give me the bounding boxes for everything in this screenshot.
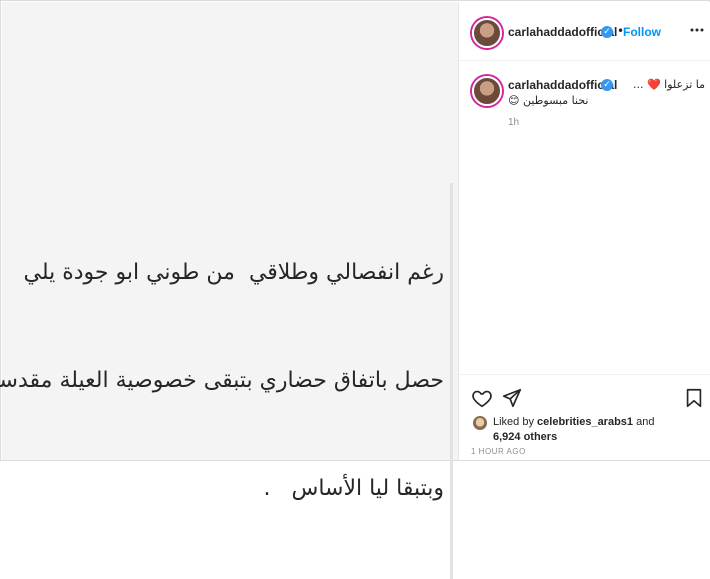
liked-by-user[interactable]: celebrities_arabs1	[537, 416, 633, 428]
post-image-text: رغم انفصالي وطلاقي من طوني ابو جودة يلي …	[0, 183, 453, 579]
others-count[interactable]: 6,924 others	[493, 431, 557, 443]
verified-icon: ✓	[601, 26, 613, 38]
more-icon[interactable]	[689, 22, 705, 38]
post-sidebar: carlahaddadofficial ✓ • Follow carlahadd…	[459, 2, 710, 460]
verified-icon: ✓	[601, 79, 613, 91]
comment-line-1: ما تزعلوا ❤️ ...	[633, 78, 705, 91]
comment-avatar[interactable]	[472, 76, 502, 106]
comment-time[interactable]: 1h	[508, 117, 519, 128]
liker-avatar[interactable]	[473, 416, 487, 430]
post-text-line-2: حصل باتفاق حضاري بتبقى خصوصية العيلة مقد…	[0, 368, 444, 393]
post-actions: Liked by celebrities_arabs1 and 6,924 ot…	[459, 374, 710, 461]
post-timestamp[interactable]: 1 HOUR AGO	[471, 447, 526, 456]
bookmark-icon[interactable]	[683, 387, 705, 409]
follow-button[interactable]: Follow	[623, 25, 661, 39]
likes-summary: Liked by celebrities_arabs1 and 6,924 ot…	[493, 415, 703, 445]
post-dialog: رغم انفصالي وطلاقي من طوني ابو جودة يلي …	[0, 0, 710, 579]
heart-icon[interactable]	[471, 387, 493, 409]
post-image[interactable]: رغم انفصالي وطلاقي من طوني ابو جودة يلي …	[0, 2, 459, 579]
liked-by-prefix: Liked by	[493, 416, 538, 428]
post-header: carlahaddadofficial ✓ • Follow	[459, 2, 710, 61]
avatar[interactable]	[472, 18, 502, 48]
post-text-line-3: وبتبقا ليا الأساس .	[263, 476, 444, 501]
comment-line-2: نحنا مبسوطين 😊	[508, 94, 589, 107]
liked-by-and: and	[633, 416, 655, 428]
post-text-line-1: رغم انفصالي وطلاقي من طوني ابو جودة يلي	[23, 260, 444, 285]
share-icon[interactable]	[501, 387, 523, 409]
